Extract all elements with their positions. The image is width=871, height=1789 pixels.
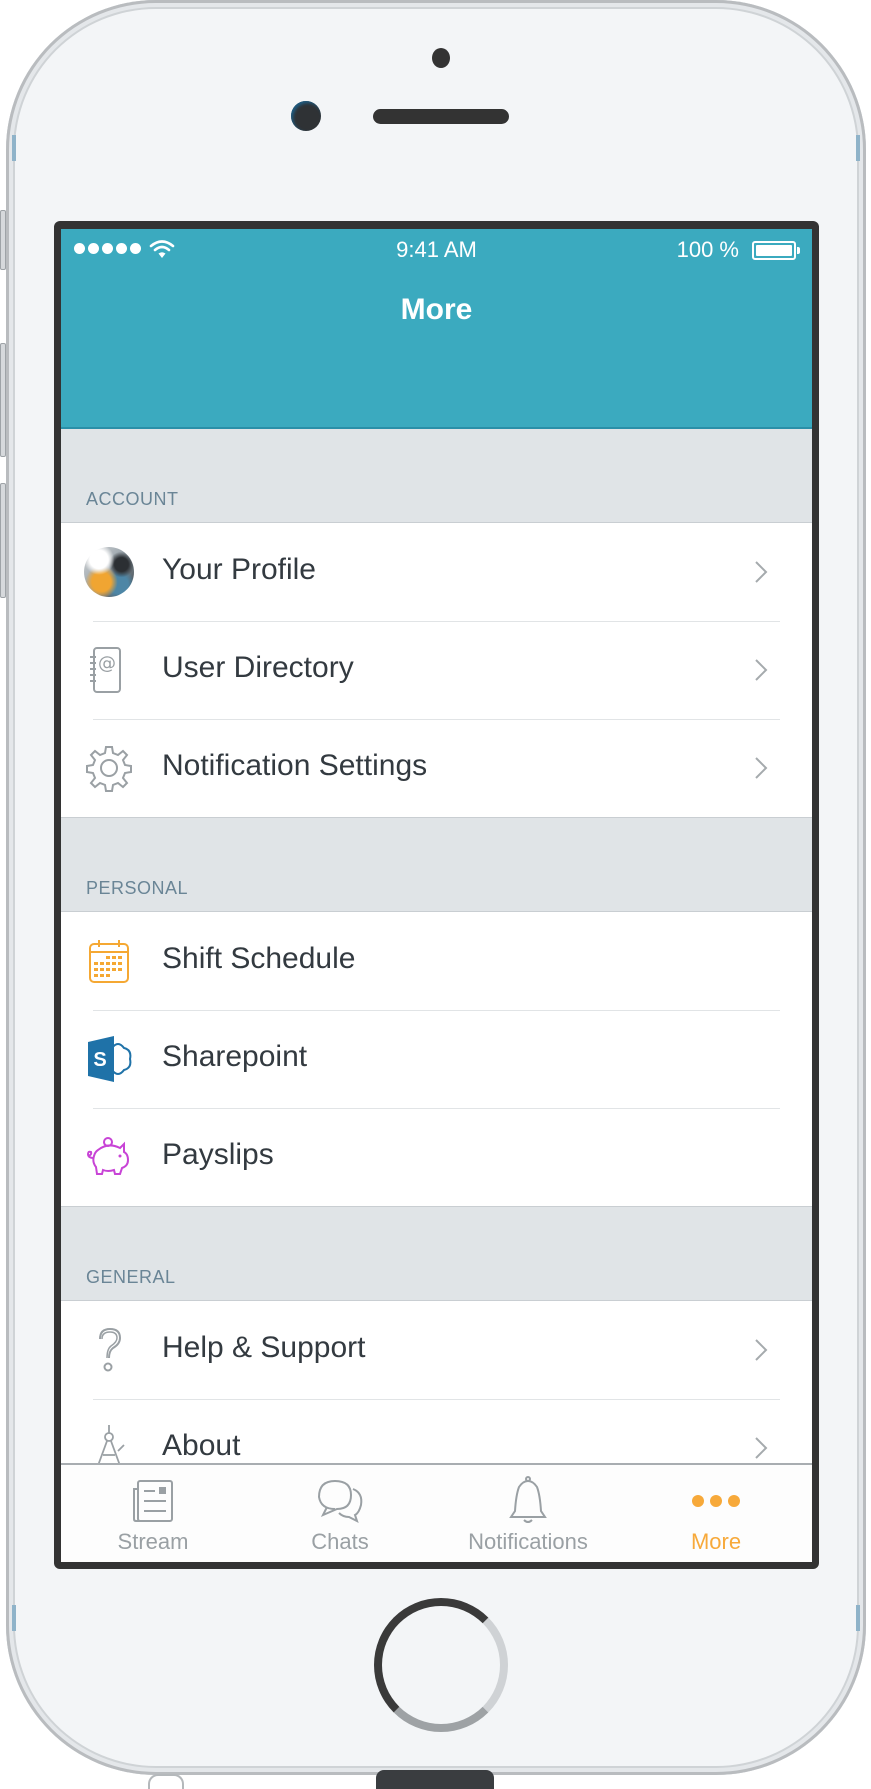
battery-icon xyxy=(752,241,796,260)
antenna-band-left-bottom xyxy=(12,1605,16,1631)
sharepoint-icon: S xyxy=(88,1036,132,1082)
calendar-icon xyxy=(89,940,129,983)
chat-bubbles-icon xyxy=(317,1479,363,1523)
tab-label: Stream xyxy=(117,1529,189,1554)
tab-chats[interactable]: Chats xyxy=(246,1465,434,1562)
section-header-personal: PERSONAL xyxy=(61,818,812,912)
more-dots-icon xyxy=(692,1495,740,1507)
lightning-connector xyxy=(376,1770,494,1789)
svg-text:@: @ xyxy=(98,653,116,674)
avatar xyxy=(84,547,134,597)
menu-item-user-directory[interactable]: @ User Directory xyxy=(61,621,812,719)
question-mark-icon xyxy=(99,1327,122,1372)
section-header-account: ACCOUNT xyxy=(61,429,812,523)
menu-item-notification-settings[interactable]: Notification Settings xyxy=(61,719,812,817)
menu-item-shift-schedule[interactable]: Shift Schedule xyxy=(61,912,812,1010)
chevron-right-icon xyxy=(755,561,768,583)
proximity-sensor xyxy=(432,48,450,68)
svg-text:S: S xyxy=(93,1049,106,1071)
gear-icon xyxy=(86,746,132,792)
tab-more[interactable]: More xyxy=(622,1465,810,1562)
section-label: PERSONAL xyxy=(86,878,189,898)
tab-label: Chats xyxy=(311,1529,369,1554)
tab-label: Notifications xyxy=(468,1529,588,1554)
menu-item-label: Sharepoint xyxy=(162,1040,308,1073)
page-title: More xyxy=(400,293,473,326)
menu-item-label: Shift Schedule xyxy=(162,942,356,975)
menu-item-sharepoint[interactable]: S Sharepoint xyxy=(61,1010,812,1108)
front-camera xyxy=(291,101,321,131)
volume-up-button[interactable] xyxy=(0,343,6,457)
menu-item-label: Payslips xyxy=(162,1138,274,1171)
antenna-band-right-bottom xyxy=(856,1605,860,1631)
profile-avatar xyxy=(84,547,134,597)
menu-item-payslips[interactable]: Payslips xyxy=(61,1108,812,1206)
menu-item-label: Help & Support xyxy=(162,1331,366,1364)
section-label: ACCOUNT xyxy=(86,489,179,509)
section-header-general: GENERAL xyxy=(61,1207,812,1301)
battery-tip xyxy=(797,247,800,254)
address-book-icon: @ xyxy=(90,647,121,693)
home-button[interactable] xyxy=(374,1598,508,1732)
menu-item-label: About xyxy=(162,1429,241,1462)
chevron-right-icon xyxy=(755,1339,768,1361)
section-account: Your Profile @ User Directory Notificati… xyxy=(61,523,812,818)
battery-percentage: 100 % xyxy=(676,237,739,262)
chevron-right-icon xyxy=(755,1437,768,1459)
menu-item-label: Notification Settings xyxy=(162,749,428,782)
settings-list: ACCOUNT Your Profile @ User Directory No… xyxy=(61,429,812,1562)
section-label: GENERAL xyxy=(86,1267,176,1287)
antenna-band-left xyxy=(12,135,16,161)
newspaper-icon xyxy=(133,1480,173,1522)
screen-bezel: 9:41 AM 100 % More ACCOUNT Your Profile xyxy=(54,221,819,1569)
earpiece-speaker xyxy=(373,109,509,124)
menu-item-label: User Directory xyxy=(162,651,354,684)
tab-notifications[interactable]: Notifications xyxy=(434,1465,622,1562)
mute-switch[interactable] xyxy=(0,210,6,270)
app-screen: 9:41 AM 100 % More ACCOUNT Your Profile xyxy=(61,229,812,1562)
tab-label: More xyxy=(690,1529,742,1554)
volume-down-button[interactable] xyxy=(0,483,6,598)
tab-bar: Stream Chats Notifications More xyxy=(61,1463,812,1562)
chevron-right-icon xyxy=(755,757,768,779)
section-personal: Shift Schedule S Sharepoint Payslips xyxy=(61,912,812,1207)
chevron-right-icon xyxy=(755,659,768,681)
microphone xyxy=(148,1774,184,1789)
antenna-band-right xyxy=(856,135,860,161)
navigation-bar: 9:41 AM 100 % More xyxy=(61,229,812,429)
menu-item-help-support[interactable]: Help & Support xyxy=(61,1301,812,1399)
status-bar: 9:41 AM 100 % xyxy=(61,229,812,269)
tab-stream[interactable]: Stream xyxy=(61,1465,247,1562)
piggy-bank-icon xyxy=(86,1137,130,1175)
menu-item-your-profile[interactable]: Your Profile xyxy=(61,523,812,621)
menu-item-label: Your Profile xyxy=(162,553,316,586)
bell-icon xyxy=(509,1476,547,1523)
